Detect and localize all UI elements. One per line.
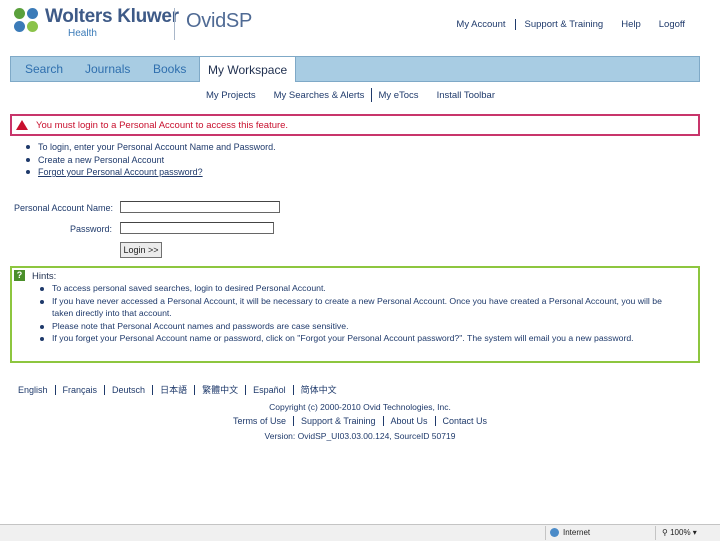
contact-us-link[interactable]: Contact Us	[434, 416, 495, 426]
account-name-label: Personal Account Name:	[14, 203, 114, 213]
tab-books[interactable]: Books	[153, 62, 186, 76]
zone-label: Internet	[563, 528, 591, 537]
about-us-link[interactable]: About Us	[382, 416, 435, 426]
footer-support-link[interactable]: Support & Training	[292, 416, 383, 426]
support-training-link[interactable]: Support & Training	[514, 19, 613, 30]
my-searches-alerts-link[interactable]: My Searches & Alerts	[274, 90, 365, 102]
list-item: To access personal saved searches, login…	[40, 282, 680, 295]
logoff-link[interactable]: Logoff	[650, 19, 694, 30]
main-tab-bar: Search Journals Books My Workspace	[10, 56, 700, 82]
help-question-icon: ?	[14, 270, 25, 281]
list-item: Please note that Personal Account names …	[40, 320, 680, 333]
tab-journals[interactable]: Journals	[85, 62, 130, 76]
top-links: My Account Support & Training Help Logof…	[447, 19, 694, 30]
password-label: Password:	[70, 224, 113, 234]
login-button[interactable]: Login >>	[120, 242, 162, 258]
product-logo: OvidSP	[186, 10, 253, 32]
login-instructions: To login, enter your Personal Account Na…	[38, 142, 276, 152]
create-account-link[interactable]: Create a new Personal Account	[38, 154, 164, 167]
login-help-list: To login, enter your Personal Account Na…	[26, 141, 276, 179]
zoom-control[interactable]: ⚲ 100% ▾	[655, 526, 720, 540]
warning-icon	[16, 120, 28, 130]
tab-my-workspace[interactable]: My Workspace	[199, 56, 297, 82]
language-spanish[interactable]: Español	[245, 385, 293, 395]
wolters-kluwer-mark-icon	[14, 8, 40, 34]
hints-box: ? Hints: To access personal saved search…	[10, 266, 700, 363]
language-japanese[interactable]: 日本語	[152, 385, 194, 395]
hints-title: Hints:	[32, 271, 57, 282]
version-text: Version: OvidSP_UI03.03.00.124, SourceID…	[264, 431, 456, 441]
password-input[interactable]	[120, 222, 274, 234]
install-toolbar-link[interactable]: Install Toolbar	[437, 90, 495, 102]
my-etocs-link[interactable]: My eTocs	[378, 90, 418, 102]
help-link[interactable]: Help	[612, 19, 650, 30]
chevron-down-icon: ▾	[692, 528, 697, 537]
footer-links: Terms of Use Support & Training About Us…	[0, 416, 720, 426]
subnav-divider	[371, 88, 373, 102]
list-item: If you forget your Personal Account name…	[40, 332, 680, 345]
my-account-link[interactable]: My Account	[447, 19, 514, 30]
my-projects-link[interactable]: My Projects	[206, 90, 256, 102]
browser-status-bar: Internet ⚲ 100% ▾	[0, 524, 720, 541]
language-french[interactable]: Français	[54, 385, 105, 395]
account-name-input[interactable]	[120, 201, 280, 213]
hints-list: To access personal saved searches, login…	[40, 282, 680, 345]
globe-icon	[550, 528, 559, 538]
forgot-password-link[interactable]: Forgot your Personal Account password?	[38, 166, 203, 179]
workspace-subnav: My Projects My Searches & Alerts My eToc…	[206, 88, 513, 102]
list-item: To login, enter your Personal Account Na…	[26, 141, 276, 154]
language-english[interactable]: English	[18, 385, 55, 395]
list-item: Create a new Personal Account	[26, 154, 276, 167]
language-selector: English Français Deutsch 日本語 繁體中文 Españo…	[18, 385, 344, 395]
logo-divider	[174, 8, 175, 40]
brand-subtitle: Health	[68, 28, 97, 39]
tab-search[interactable]: Search	[25, 62, 63, 76]
brand-name: Wolters Kluwer	[45, 6, 179, 27]
list-item: Forgot your Personal Account password?	[26, 166, 276, 179]
terms-of-use-link[interactable]: Terms of Use	[226, 416, 293, 426]
language-german[interactable]: Deutsch	[104, 385, 152, 395]
error-message-box: You must login to a Personal Account to …	[10, 114, 700, 136]
list-item: If you have never accessed a Personal Ac…	[40, 295, 680, 320]
wolters-kluwer-logo: Wolters Kluwer Health	[14, 6, 179, 46]
language-simplified-chinese[interactable]: 简体中文	[292, 385, 344, 395]
language-traditional-chinese[interactable]: 繁體中文	[194, 385, 245, 395]
error-message: You must login to a Personal Account to …	[36, 119, 289, 131]
zoom-icon: ⚲	[662, 528, 668, 537]
copyright-text: Copyright (c) 2000-2010 Ovid Technologie…	[269, 402, 451, 412]
security-zone: Internet	[545, 526, 654, 540]
zoom-level: 100%	[670, 528, 691, 537]
